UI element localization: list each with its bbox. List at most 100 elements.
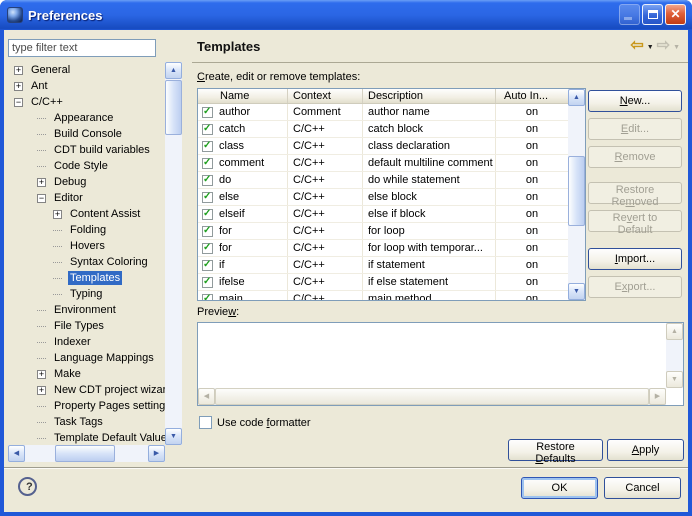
scroll-up-button[interactable]: ▲: [666, 323, 683, 340]
scroll-left-button[interactable]: ◀: [198, 388, 215, 405]
template-enabled-checkbox[interactable]: [202, 141, 213, 152]
tree-expander-icon[interactable]: +: [14, 66, 23, 75]
template-enabled-checkbox[interactable]: [202, 175, 213, 186]
tree-item[interactable]: Indexer: [8, 334, 165, 350]
template-action-button[interactable]: Revert to Default: [588, 210, 682, 232]
template-enabled-checkbox[interactable]: [202, 260, 213, 271]
tree-item[interactable]: Language Mappings: [8, 350, 165, 366]
template-enabled-checkbox[interactable]: [202, 107, 213, 118]
template-enabled-checkbox[interactable]: [202, 226, 213, 237]
template-enabled-checkbox[interactable]: [202, 158, 213, 169]
tree-expander-icon[interactable]: +: [37, 370, 46, 379]
template-action-button[interactable]: Edit...: [588, 118, 682, 140]
template-enabled-checkbox[interactable]: [202, 294, 213, 301]
tree-expander-icon[interactable]: [53, 294, 62, 295]
use-code-formatter-checkbox[interactable]: [199, 416, 212, 429]
template-enabled-checkbox[interactable]: [202, 192, 213, 203]
tree-item[interactable]: − C/C++: [8, 94, 165, 110]
scroll-up-button[interactable]: ▲: [568, 89, 585, 106]
scroll-up-button[interactable]: ▲: [165, 62, 182, 79]
tree-expander-icon[interactable]: [37, 118, 46, 119]
column-header-description[interactable]: Description: [363, 89, 496, 103]
tree-expander-icon[interactable]: [53, 230, 62, 231]
tree-expander-icon[interactable]: [53, 262, 62, 263]
tree-item[interactable]: Typing: [8, 286, 165, 302]
tree-item[interactable]: Folding: [8, 222, 165, 238]
ok-button[interactable]: OK: [521, 477, 598, 499]
tree-expander-icon[interactable]: [37, 326, 46, 327]
column-header-auto-insert[interactable]: Auto In...: [496, 89, 568, 103]
tree-item[interactable]: Task Tags: [8, 414, 165, 430]
tree-vertical-scrollbar[interactable]: ▲ ▼: [165, 62, 182, 445]
scroll-right-button[interactable]: ▶: [148, 445, 165, 462]
tree-horizontal-scrollbar[interactable]: ◀ ▶: [8, 445, 165, 462]
tree-expander-icon[interactable]: [37, 310, 46, 311]
help-button[interactable]: ?: [18, 477, 37, 496]
tree-expander-icon[interactable]: −: [14, 98, 23, 107]
forward-menu-caret-icon[interactable]: ▼: [673, 44, 680, 51]
preview-pane[interactable]: ▲ ▼ ◀ ▶: [197, 322, 684, 406]
scroll-right-button[interactable]: ▶: [649, 388, 666, 405]
column-header-context[interactable]: Context: [288, 89, 363, 103]
template-row[interactable]: else C/C++ else block on: [198, 189, 568, 206]
tree-expander-icon[interactable]: [37, 150, 46, 151]
tree-item[interactable]: + Ant: [8, 78, 165, 94]
template-row[interactable]: class C/C++ class declaration on: [198, 138, 568, 155]
minimize-button[interactable]: [619, 4, 640, 25]
tree-expander-icon[interactable]: [37, 406, 46, 407]
titlebar[interactable]: Preferences ✕: [0, 0, 692, 30]
tree-expander-icon[interactable]: +: [37, 386, 46, 395]
restore-defaults-button[interactable]: Restore Defaults: [508, 439, 603, 461]
template-enabled-checkbox[interactable]: [202, 209, 213, 220]
template-row[interactable]: author Comment author name on: [198, 104, 568, 121]
tree-item[interactable]: + Debug: [8, 174, 165, 190]
tree-expander-icon[interactable]: +: [14, 82, 23, 91]
tree-expander-icon[interactable]: [53, 278, 62, 279]
preview-vertical-scrollbar[interactable]: ▲ ▼: [666, 323, 683, 388]
back-menu-caret-icon[interactable]: ▼: [647, 44, 654, 51]
tree-item[interactable]: + General: [8, 62, 165, 78]
template-row[interactable]: elseif C/C++ else if block on: [198, 206, 568, 223]
tree-item[interactable]: Syntax Coloring: [8, 254, 165, 270]
scroll-left-button[interactable]: ◀: [8, 445, 25, 462]
template-row[interactable]: comment C/C++ default multiline comment …: [198, 155, 568, 172]
tree-expander-icon[interactable]: [53, 246, 62, 247]
scrollbar-thumb[interactable]: [165, 80, 182, 135]
tree-item[interactable]: Templates: [8, 270, 165, 286]
tree-item[interactable]: Environment: [8, 302, 165, 318]
template-row[interactable]: for C/C++ for loop with temporar... on: [198, 240, 568, 257]
scrollbar-thumb[interactable]: [568, 156, 585, 226]
template-enabled-checkbox[interactable]: [202, 243, 213, 254]
tree-expander-icon[interactable]: −: [37, 194, 46, 203]
tree-item[interactable]: CDT build variables: [8, 142, 165, 158]
template-enabled-checkbox[interactable]: [202, 277, 213, 288]
tree-expander-icon[interactable]: [37, 134, 46, 135]
filter-input[interactable]: [8, 39, 156, 57]
cancel-button[interactable]: Cancel: [604, 477, 681, 499]
apply-button[interactable]: Apply: [607, 439, 684, 461]
maximize-button[interactable]: [642, 4, 663, 25]
tree-item[interactable]: Build Console: [8, 126, 165, 142]
tree-expander-icon[interactable]: +: [37, 178, 46, 187]
scrollbar-thumb[interactable]: [55, 445, 115, 462]
template-action-button[interactable]: Restore Removed: [588, 182, 682, 204]
tree-item[interactable]: Code Style: [8, 158, 165, 174]
back-button[interactable]: ⇦: [630, 37, 643, 55]
template-action-button[interactable]: Import...: [588, 248, 682, 270]
tree-item[interactable]: Appearance: [8, 110, 165, 126]
template-action-button[interactable]: Export...: [588, 276, 682, 298]
scrollbar-thumb[interactable]: [215, 388, 649, 405]
template-row[interactable]: ifelse C/C++ if else statement on: [198, 274, 568, 291]
template-row[interactable]: for C/C++ for loop on: [198, 223, 568, 240]
tree-item[interactable]: + Content Assist: [8, 206, 165, 222]
preview-horizontal-scrollbar[interactable]: ◀ ▶: [198, 388, 666, 405]
forward-button[interactable]: ⇨: [657, 37, 670, 55]
tree-expander-icon[interactable]: [37, 438, 46, 439]
tree-expander-icon[interactable]: [37, 166, 46, 167]
tree-expander-icon[interactable]: [37, 422, 46, 423]
table-vertical-scrollbar[interactable]: ▲ ▼: [568, 89, 585, 300]
tree-expander-icon[interactable]: +: [53, 210, 62, 219]
column-header-name[interactable]: Name: [198, 89, 288, 103]
template-row[interactable]: do C/C++ do while statement on: [198, 172, 568, 189]
tree-item[interactable]: Hovers: [8, 238, 165, 254]
